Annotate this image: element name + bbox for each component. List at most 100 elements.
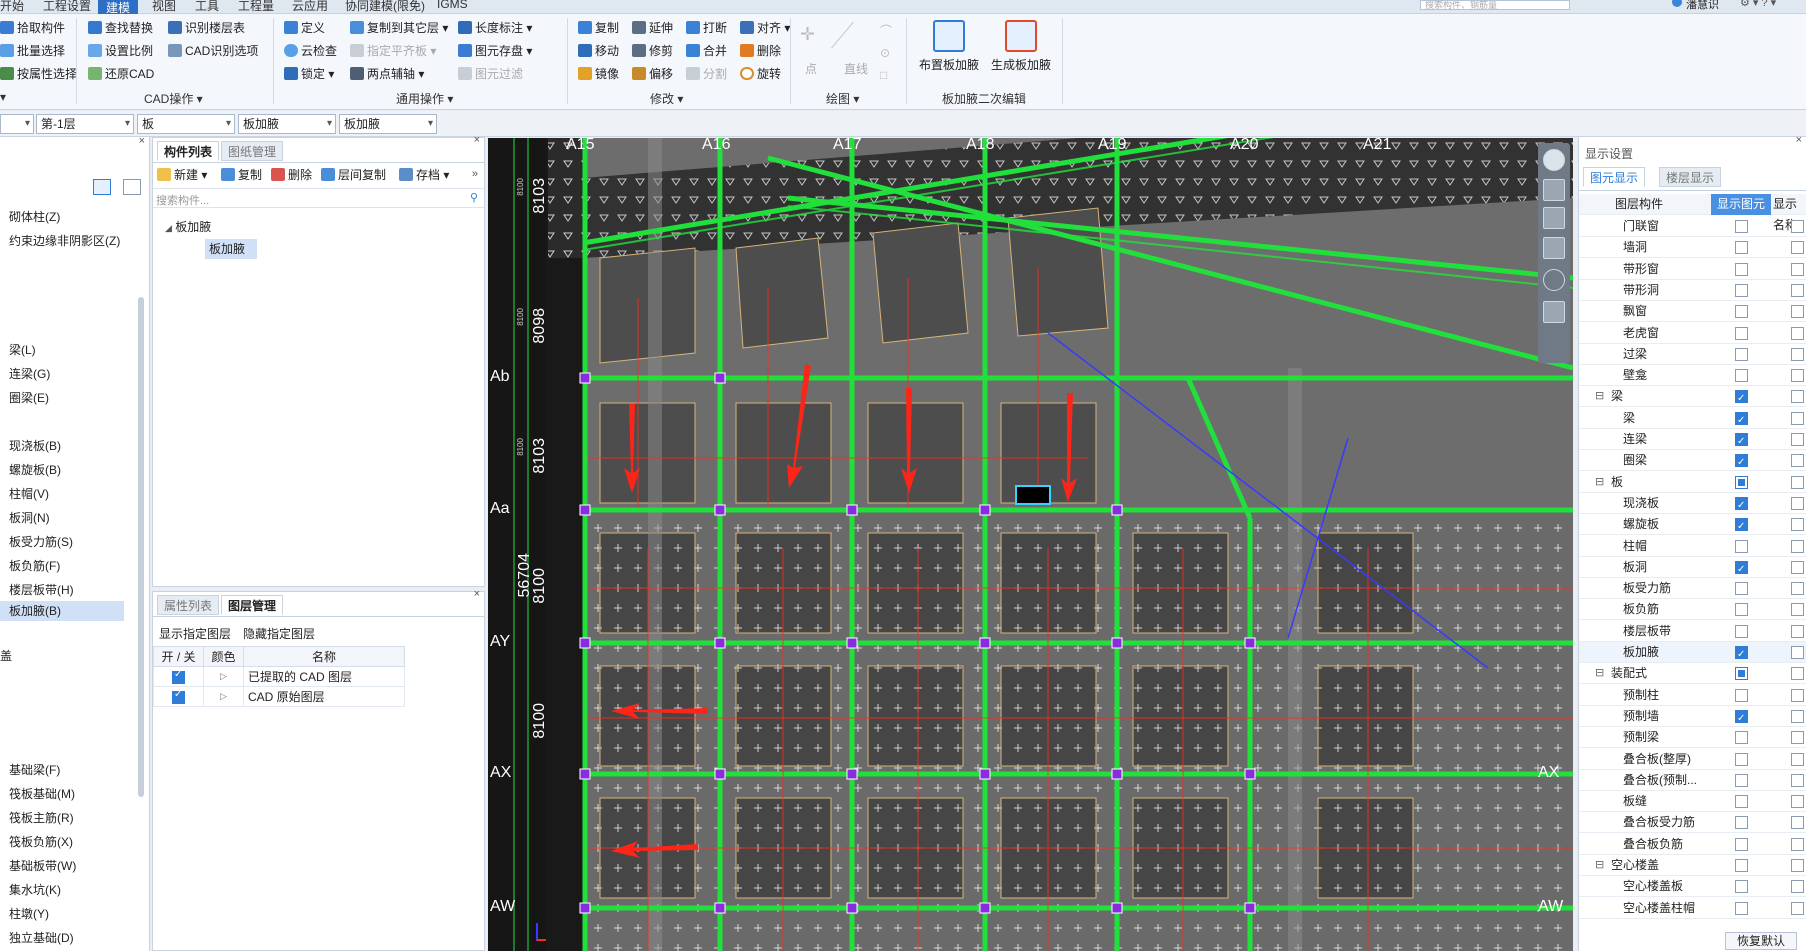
settings-icon[interactable]: ⚙ ▾ ? ▾ xyxy=(1740,0,1776,9)
new-button[interactable]: 新建 ▾ xyxy=(157,166,207,184)
display-row[interactable]: 板负筋 xyxy=(1579,599,1806,621)
layer-toggle-checkbox[interactable] xyxy=(172,689,185,704)
show-name-checkbox[interactable] xyxy=(1791,773,1804,787)
trim-button[interactable]: 修剪 xyxy=(632,42,673,60)
show-element-checkbox[interactable] xyxy=(1735,837,1748,851)
show-element-checkbox[interactable] xyxy=(1735,667,1748,681)
menu-igms[interactable]: IGMS xyxy=(437,0,468,11)
show-name-checkbox[interactable] xyxy=(1791,347,1804,361)
tree-item[interactable]: 柱帽(V) xyxy=(9,485,49,502)
display-row[interactable]: 空心楼盖柱帽 xyxy=(1579,898,1806,919)
generate-haunch-button[interactable]: 生成板加腋 xyxy=(986,20,1056,73)
show-element-checkbox[interactable] xyxy=(1735,859,1748,872)
tab-element-display[interactable]: 图元显示 xyxy=(1583,167,1646,187)
tree-item[interactable]: 基础板带(W) xyxy=(9,857,76,874)
collapse-icon[interactable]: ◢ xyxy=(165,223,172,233)
display-row[interactable]: 叠合板受力筋 xyxy=(1579,812,1806,834)
show-element-checkbox[interactable] xyxy=(1735,752,1748,766)
tree-item[interactable]: 筏板负筋(X) xyxy=(9,833,73,850)
show-element-checkbox[interactable] xyxy=(1735,539,1748,553)
show-element-checkbox[interactable] xyxy=(1735,262,1748,276)
display-row[interactable]: 叠合板(整厚) xyxy=(1579,749,1806,770)
display-row[interactable]: 圈梁 xyxy=(1579,450,1806,473)
tree-item[interactable]: 楼层板带(H) xyxy=(9,581,74,598)
show-element-checkbox[interactable] xyxy=(1735,816,1748,830)
archive-button[interactable]: 存档 ▾ xyxy=(399,166,449,184)
show-element-checkbox[interactable] xyxy=(1735,582,1748,596)
display-row[interactable]: ⊟ 空心楼盖 xyxy=(1579,855,1806,876)
collapse-icon[interactable]: ⊟ xyxy=(1595,663,1604,684)
show-name-checkbox[interactable] xyxy=(1791,411,1804,425)
pick-component-button[interactable]: 拾取构件 xyxy=(0,19,65,37)
display-row[interactable]: 板加腋 xyxy=(1579,642,1806,665)
show-name-checkbox[interactable] xyxy=(1791,709,1804,723)
split-button[interactable]: 分割 xyxy=(686,65,727,83)
select-by-attr-button[interactable]: 按属性选择 xyxy=(0,65,77,83)
component-item-selected[interactable]: 板加腋 xyxy=(205,239,257,259)
show-name-checkbox[interactable] xyxy=(1791,390,1804,404)
tree-item[interactable]: 筏板基础(M) xyxy=(9,785,75,802)
tab-component-list[interactable]: 构件列表 xyxy=(157,141,220,161)
show-name-checkbox[interactable] xyxy=(1791,795,1804,809)
component-search-input[interactable]: 搜索构件... ⚲ xyxy=(153,188,484,208)
define-button[interactable]: 定义 xyxy=(284,19,325,37)
rotate-button[interactable]: 旋转 xyxy=(740,65,781,83)
extend-button[interactable]: 延伸 xyxy=(632,19,673,37)
show-element-checkbox[interactable] xyxy=(1735,708,1748,729)
show-name-checkbox[interactable] xyxy=(1791,220,1804,233)
tree-item[interactable]: 基础梁(F) xyxy=(9,761,60,778)
arc-tools-icon[interactable]: ⌒ ⊙ □ xyxy=(880,20,892,86)
show-element-checkbox[interactable] xyxy=(1735,624,1748,638)
display-row[interactable]: 板受力筋 xyxy=(1579,578,1806,600)
show-element-checkbox[interactable] xyxy=(1735,475,1748,489)
display-row[interactable]: 板洞 xyxy=(1579,557,1806,580)
show-element-checkbox[interactable] xyxy=(1735,603,1748,617)
tab-floor-display[interactable]: 楼层显示 xyxy=(1659,167,1722,187)
identify-floor-table-button[interactable]: 识别楼层表 xyxy=(168,19,245,37)
menu-project-settings[interactable]: 工程设置 xyxy=(43,0,91,14)
delete-component-button[interactable]: 删除 xyxy=(271,166,312,184)
tree-item[interactable]: 盖 xyxy=(0,647,12,664)
show-name-checkbox[interactable] xyxy=(1791,560,1804,574)
menu-view[interactable]: 视图 xyxy=(152,0,176,14)
show-element-checkbox[interactable] xyxy=(1735,283,1748,297)
subtype-select[interactable]: 板加腋 xyxy=(238,114,336,134)
display-row[interactable]: 楼层板带 xyxy=(1579,621,1806,642)
show-name-checkbox[interactable] xyxy=(1791,667,1804,681)
point-icon[interactable]: ✛ xyxy=(800,24,815,45)
table-row[interactable]: ▷ CAD 原始图层 xyxy=(153,686,405,707)
show-name-checkbox[interactable] xyxy=(1791,837,1804,851)
tree-item-selected[interactable]: 板加腋(B) xyxy=(0,601,124,621)
display-row[interactable]: 板缝 xyxy=(1579,791,1806,813)
show-element-checkbox[interactable] xyxy=(1735,369,1748,383)
tree-item[interactable]: 现浇板(B) xyxy=(9,437,61,454)
copy-button[interactable]: 复制 xyxy=(578,19,619,37)
close-icon[interactable]: × xyxy=(474,134,480,146)
break-button[interactable]: 打断 xyxy=(686,19,727,37)
display-row[interactable]: 现浇板 xyxy=(1579,493,1806,516)
align-top-button[interactable]: 指定平齐板 ▾ xyxy=(350,42,436,60)
display-row[interactable]: 柱帽 xyxy=(1579,536,1806,557)
mirror-button[interactable]: 镜像 xyxy=(578,65,619,83)
show-element-checkbox[interactable] xyxy=(1735,410,1748,431)
tree-item[interactable]: 筏板主筋(R) xyxy=(9,809,74,826)
component-select[interactable]: 板加腋 xyxy=(339,114,437,134)
display-row[interactable]: 墙洞 xyxy=(1579,237,1806,259)
hide-layer-button[interactable]: 隐藏指定图层 xyxy=(243,625,315,642)
close-icon[interactable]: × xyxy=(139,135,145,147)
merge-button[interactable]: 合并 xyxy=(686,42,727,60)
show-name-checkbox[interactable] xyxy=(1791,496,1804,510)
search-icon[interactable]: ⚲ xyxy=(470,191,478,204)
display-row[interactable]: ⊟ 梁 xyxy=(1579,386,1806,409)
show-name-checkbox[interactable] xyxy=(1791,262,1804,276)
tree-item[interactable]: 集水坑(K) xyxy=(9,881,61,898)
show-name-checkbox[interactable] xyxy=(1791,582,1804,596)
tree-item[interactable]: 约束边缘非阴影区(Z) xyxy=(9,232,120,249)
show-element-checkbox[interactable] xyxy=(1735,644,1748,665)
display-row[interactable]: 飘窗 xyxy=(1579,301,1806,323)
show-element-checkbox[interactable] xyxy=(1735,452,1748,473)
delete-button[interactable]: 删除 xyxy=(740,42,781,60)
show-name-checkbox[interactable] xyxy=(1791,241,1804,255)
show-element-checkbox[interactable] xyxy=(1735,731,1748,745)
show-element-checkbox[interactable] xyxy=(1735,516,1748,537)
